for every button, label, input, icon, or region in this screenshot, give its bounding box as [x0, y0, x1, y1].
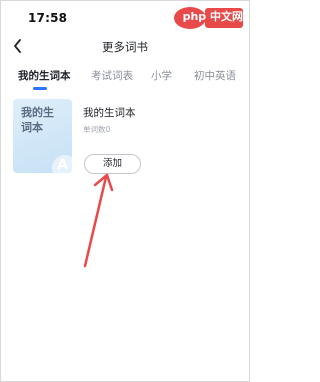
tab-junior-english[interactable]: 初中英语 — [194, 68, 236, 83]
active-tab-indicator — [33, 87, 47, 90]
book-cover-title: 我的生词本 — [21, 106, 54, 134]
tab-bar: 我的生词本 考试词表 小学 初中英语 — [1, 65, 249, 90]
book-cover[interactable]: 我的生词本 A — [13, 99, 72, 173]
book-title[interactable]: 我的生词本 — [83, 105, 136, 120]
status-time: 17:58 — [28, 11, 68, 25]
watermark-text: php 中文网 — [182, 10, 243, 23]
add-button[interactable]: 添加 — [84, 154, 141, 174]
status-bar: 17:58 php 中文网 — [1, 1, 249, 33]
app-window: 17:58 php 中文网 更多词书 我的生词本 考试词表 小学 初中英语 我的… — [0, 0, 250, 382]
cover-letter: A — [57, 157, 68, 173]
tab-exam-wordlist[interactable]: 考试词表 — [91, 68, 133, 83]
tab-my-wordbook[interactable]: 我的生词本 — [18, 68, 71, 83]
tab-primary-school[interactable]: 小学 — [151, 68, 172, 83]
page-title: 更多词书 — [102, 40, 148, 54]
word-count: 单词数0 — [83, 125, 111, 134]
nav-bar: 更多词书 — [1, 35, 249, 59]
